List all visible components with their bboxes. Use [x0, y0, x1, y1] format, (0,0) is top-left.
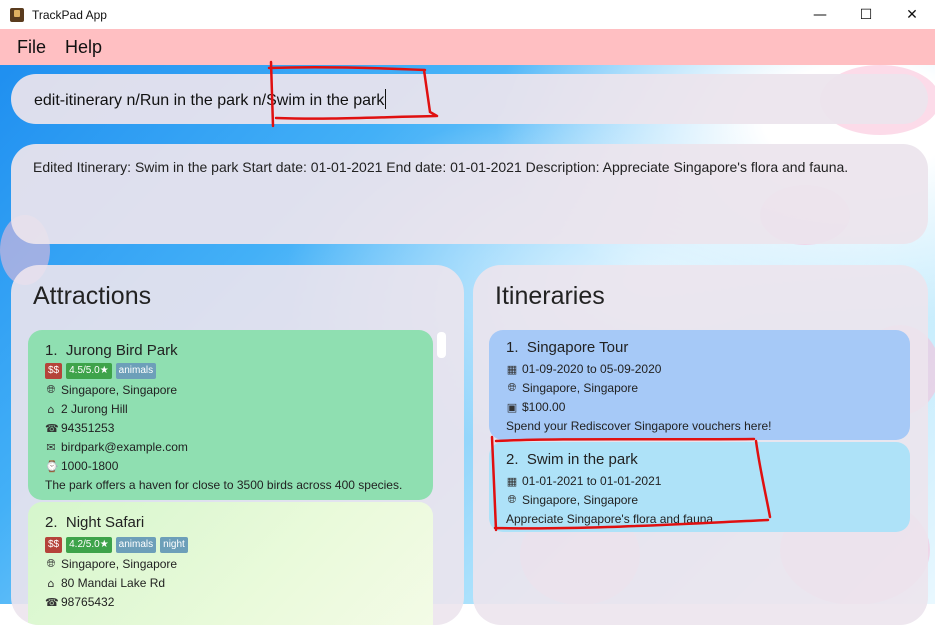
attraction-name: 1. Jurong Bird Park: [45, 342, 178, 359]
attraction-description: The park offers a haven for close to 350…: [45, 478, 402, 492]
attractions-title: Attractions: [33, 282, 152, 310]
category-tag: animals: [115, 363, 157, 379]
attraction-phone: ☎ 98765432: [45, 595, 114, 609]
itineraries-title: Itineraries: [495, 282, 605, 310]
attraction-location: 🌐︎ Singapore, Singapore: [45, 383, 178, 397]
itineraries-panel: Itineraries 1. Singapore Tour ▦ 01-09-202…: [473, 265, 928, 625]
attraction-phone: ☎ 94351253: [45, 421, 114, 435]
price-tag: $$: [45, 363, 63, 379]
category-tag: night: [160, 537, 188, 553]
calendar-icon: ▦: [506, 362, 518, 376]
category-tag: animals: [115, 537, 157, 553]
minimize-button[interactable]: —: [797, 0, 843, 29]
address-text: 2 Jurong Hill: [61, 402, 128, 416]
maximize-icon: ☐: [859, 6, 873, 23]
itinerary-name-text: Swim in the park: [526, 451, 638, 468]
itinerary-description: Spend your Rediscover Singapore vouchers…: [506, 419, 772, 433]
budget-text: $100.00: [522, 400, 566, 414]
phone-text: 94351253: [61, 421, 115, 435]
home-icon: ⌂: [47, 576, 55, 590]
minimize-icon: —: [813, 6, 827, 23]
phone-icon: ☎: [45, 421, 59, 435]
attraction-card[interactable]: 1. Jurong Bird Park $$ 4.5/5.0★ animals …: [28, 330, 433, 500]
app-icon: [10, 7, 24, 22]
phone-text: 98765432: [61, 595, 115, 609]
menu-file[interactable]: File: [17, 37, 46, 58]
attraction-hours: ⌚ 1000-1800: [45, 459, 118, 473]
attraction-index: 1.: [45, 342, 58, 359]
location-text: Singapore, Singapore: [61, 383, 178, 397]
attraction-card[interactable]: 2. Night Safari $$ 4.2/5.0★ animals nigh…: [28, 502, 433, 625]
dates-text: 01-09-2020 to 05-09-2020: [522, 362, 662, 376]
money-icon: ▣: [506, 400, 518, 414]
close-icon: ✕: [906, 6, 918, 23]
description-text: Appreciate Singapore's flora and fauna: [506, 512, 714, 526]
menu-help[interactable]: Help: [65, 37, 102, 58]
itinerary-card[interactable]: 1. Singapore Tour ▦ 01-09-2020 to 05-09-2…: [489, 330, 910, 440]
itinerary-name-text: Singapore Tour: [526, 339, 629, 356]
itinerary-name: 2. Swim in the park: [506, 451, 638, 468]
itinerary-card[interactable]: 2. Swim in the park ▦ 01-01-2021 to 01-01…: [489, 442, 910, 532]
itinerary-dates: ▦ 01-01-2021 to 01-01-2021: [506, 474, 662, 488]
itinerary-dates: ▦ 01-09-2020 to 05-09-2020: [506, 362, 662, 376]
attraction-email: ✉ birdpark@example.com: [45, 440, 188, 454]
itinerary-description: Appreciate Singapore's flora and fauna: [506, 512, 713, 526]
home-icon: ⌂: [47, 402, 55, 416]
rating-tag: 4.2/5.0★: [66, 537, 112, 553]
globe-icon: 🌐︎: [507, 493, 517, 506]
itinerary-index: 2.: [506, 451, 519, 468]
attraction-tags: $$ 4.2/5.0★ animals night: [45, 537, 188, 553]
attraction-address: ⌂ 2 Jurong Hill: [45, 402, 128, 416]
email-text: birdpark@example.com: [61, 440, 188, 454]
location-text: Singapore, Singapore: [522, 381, 639, 395]
globe-icon: 🌐︎: [46, 557, 56, 570]
rating-tag: 4.5/5.0★: [66, 363, 112, 379]
title-bar: TrackPad App — ☐ ✕: [0, 0, 935, 29]
maximize-button[interactable]: ☐: [843, 0, 889, 29]
attraction-name: 2. Night Safari: [45, 514, 144, 531]
attractions-scrollbar[interactable]: [437, 332, 446, 358]
itinerary-location: 🌐︎ Singapore, Singapore: [506, 493, 639, 507]
globe-icon: 🌐︎: [507, 381, 517, 394]
itinerary-index: 1.: [506, 339, 519, 356]
result-message: Edited Itinerary: Swim in the park Start…: [33, 159, 849, 175]
itinerary-name: 1. Singapore Tour: [506, 339, 628, 356]
attraction-name-text: Jurong Bird Park: [65, 342, 178, 359]
itinerary-location: 🌐︎ Singapore, Singapore: [506, 381, 639, 395]
location-text: Singapore, Singapore: [61, 557, 178, 571]
price-tag: $$: [45, 537, 63, 553]
window-controls: — ☐ ✕: [797, 0, 935, 29]
phone-icon: ☎: [45, 595, 59, 609]
description-text: The park offers a haven for close to 350…: [45, 478, 403, 492]
text-caret: [385, 88, 387, 109]
attraction-index: 2.: [45, 514, 58, 531]
attraction-name-text: Night Safari: [65, 514, 145, 531]
email-icon: ✉: [46, 440, 56, 454]
hours-text: 1000-1800: [61, 459, 119, 473]
attraction-location: 🌐︎ Singapore, Singapore: [45, 557, 178, 571]
attractions-panel: Attractions 1. Jurong Bird Park $$ 4.5/5…: [11, 265, 464, 625]
attraction-tags: $$ 4.5/5.0★ animals: [45, 363, 157, 379]
location-text: Singapore, Singapore: [522, 493, 639, 507]
attraction-address: ⌂ 80 Mandai Lake Rd: [45, 576, 166, 590]
window-title: TrackPad App: [32, 7, 107, 22]
command-box[interactable]: edit-itinerary n/Run in the park n/Swim …: [11, 74, 928, 124]
result-display: Edited Itinerary: Swim in the park Start…: [11, 144, 928, 244]
dates-text: 01-01-2021 to 01-01-2021: [522, 474, 662, 488]
description-text: Spend your Rediscover Singapore vouchers…: [506, 419, 772, 433]
globe-icon: 🌐︎: [46, 383, 56, 396]
address-text: 80 Mandai Lake Rd: [61, 576, 166, 590]
command-input-text: edit-itinerary n/Run in the park n/Swim …: [34, 91, 385, 109]
clock-icon: ⌚: [45, 459, 59, 473]
menu-bar: File Help: [0, 29, 935, 65]
close-button[interactable]: ✕: [889, 0, 935, 29]
command-input[interactable]: edit-itinerary n/Run in the park n/Swim …: [34, 88, 387, 110]
itinerary-budget: ▣ $100.00: [506, 400, 566, 414]
calendar-icon: ▦: [506, 474, 518, 488]
